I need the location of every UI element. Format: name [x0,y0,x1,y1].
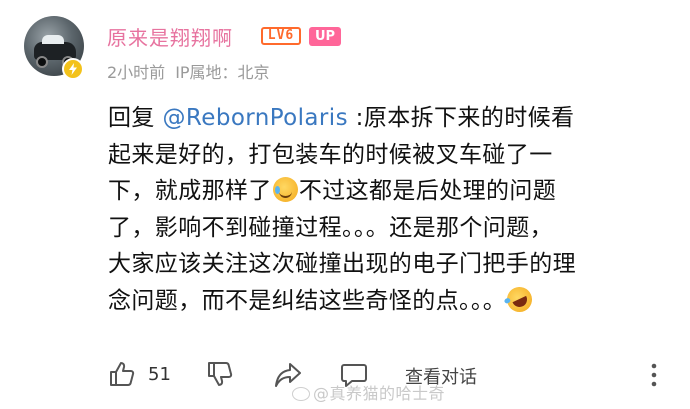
comment-line: 下，就成那样了 不过这都是后处理的问题 [108,173,668,210]
smile-with-tear-emoji-icon [272,177,298,202]
mention-link[interactable]: @RebornPolaris [163,105,348,131]
like-button[interactable]: 51 [108,360,171,388]
reply-prefix: 回复 [108,105,163,131]
more-options-button[interactable] [649,362,659,388]
rolling-laughing-emoji-icon [503,282,537,316]
comment-time: 2小时前 [107,63,166,82]
comment-line: 了，影响不到碰撞过程。。。还是那个问题， [108,214,553,241]
comment-text: 下，就成那样了 [108,178,272,204]
comment-line: 念问题，而不是纠结这些奇怪的点。。。 [108,282,668,320]
comment-text: 不过这都是后处理的问题 [298,178,557,204]
like-count: 51 [148,363,171,385]
comment-body: 回复 @RebornPolaris :原本拆下来的时候看 起来是好的，打包装车的… [108,100,668,319]
lightning-verify-icon [64,60,82,78]
comment-meta: 2小时前 IP属地：北京 [107,59,270,83]
comment-line: 回复 @RebornPolaris :原本拆下来的时候看 [108,100,668,137]
comment-text: :原本拆下来的时候看 [347,105,575,131]
thumbs-down-icon [206,360,234,388]
ip-location: IP属地：北京 [175,63,270,82]
verified-badge [62,58,84,80]
wheel-shape [36,56,48,68]
watermark: @真养猫的哈士奇 [292,380,445,404]
more-vertical-icon [649,362,659,388]
up-badge: UP [309,27,341,46]
watermark-text: @真养猫的哈士奇 [313,384,446,403]
thumbs-up-icon [108,360,136,388]
username[interactable]: 原来是翔翔啊 [107,22,233,51]
comment-line: 起来是好的，打包装车的时候被叉车碰了一 [108,141,553,168]
dislike-button[interactable] [206,360,234,388]
comment-text: 念问题，而不是纠结这些奇怪的点。。。 [108,287,507,314]
weibo-logo-icon [292,387,310,401]
level-badge: LV6 [261,27,301,45]
comment-line: 大家应该关注这次碰撞出现的电子门把手的理 [108,251,576,277]
